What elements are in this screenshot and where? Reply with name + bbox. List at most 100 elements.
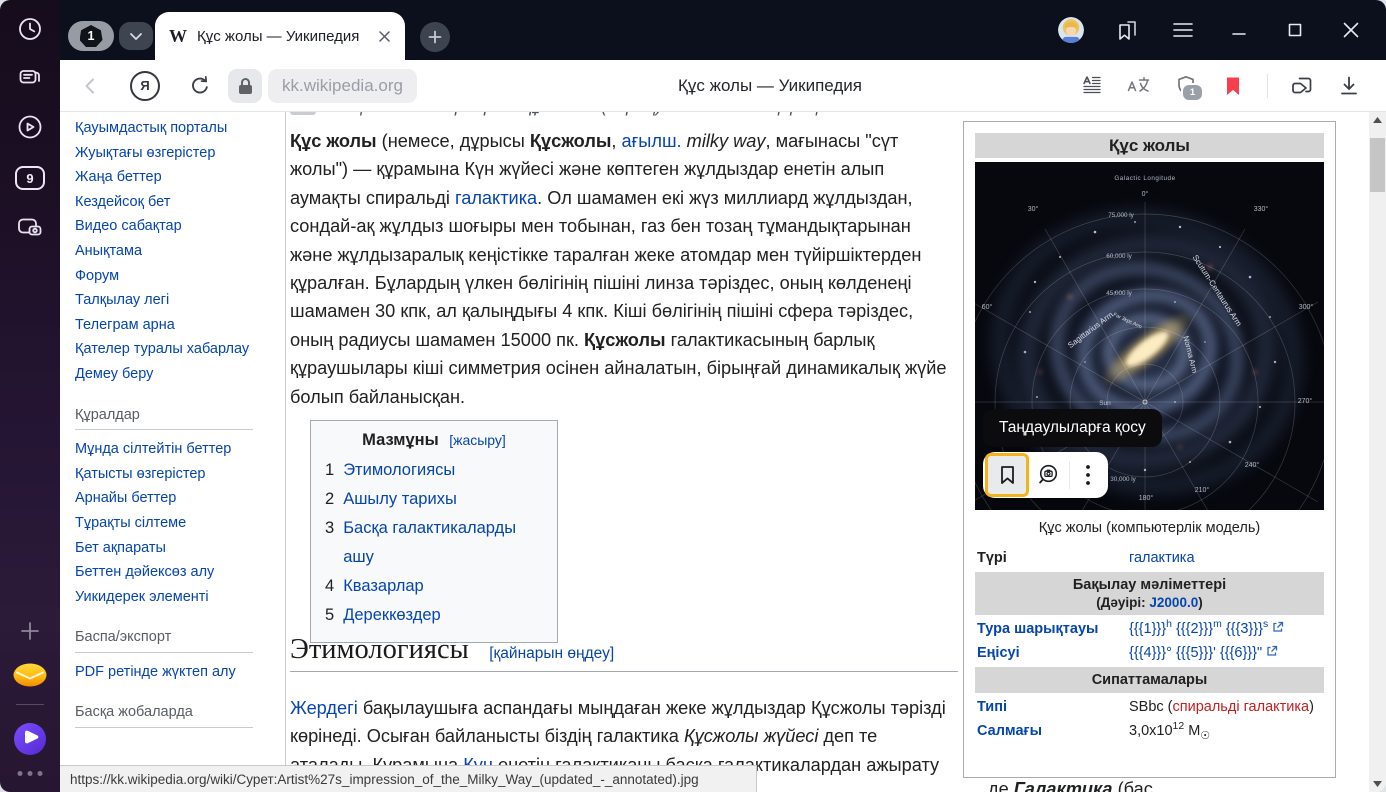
section-edit-link[interactable]: [қайнарын өңдеу] bbox=[489, 645, 614, 662]
tab-counter-badge[interactable]: 9 bbox=[15, 163, 45, 193]
clipped-hatnote: Басқа мағыналары үшін Құс жолы (айрық) д… bbox=[290, 112, 950, 123]
sidebar-tool-link[interactable]: Арнайы беттер bbox=[75, 486, 275, 511]
sidebar-header-tools: Құралдар bbox=[75, 403, 253, 431]
window-maximize-button[interactable] bbox=[1282, 17, 1308, 43]
sidebar-link[interactable]: Форум bbox=[75, 264, 275, 289]
page-scrollbar[interactable] bbox=[1369, 112, 1386, 792]
sidebar-print-links: PDF ретінде жүктеп алу bbox=[75, 660, 275, 685]
toc-link[interactable]: Дереккөздер bbox=[343, 601, 441, 630]
menu-hamburger-icon[interactable] bbox=[1170, 17, 1196, 43]
milky-way-image[interactable]: Galactic Longitude 0° 30° 330° 60° 300° … bbox=[975, 162, 1324, 510]
window-close-button[interactable] bbox=[1338, 17, 1364, 43]
dec-value[interactable]: {{{4}}}° {{{5}}}' {{{6}}}" bbox=[1129, 645, 1322, 661]
translate-icon[interactable] bbox=[1126, 73, 1152, 99]
galaxy-label: 75,000 ly bbox=[1108, 212, 1134, 219]
tab-list-chevron-button[interactable] bbox=[119, 22, 153, 50]
morphology-label-link[interactable]: Типі bbox=[977, 699, 1129, 715]
inline-link[interactable]: спиральді галактика bbox=[1173, 699, 1310, 715]
text-segment: (бас bbox=[1113, 779, 1153, 792]
add-panel-icon[interactable] bbox=[15, 616, 45, 646]
sidebar-header-print: Баспа/экспорт bbox=[75, 625, 253, 653]
protect-shield-icon[interactable]: 1 bbox=[1173, 73, 1199, 99]
toc-item: 3 Басқа галактикаларды ашу bbox=[325, 514, 543, 572]
tab-close-icon[interactable] bbox=[378, 30, 391, 43]
sidebar-tool-link[interactable]: Уикидерек элементі bbox=[75, 585, 275, 610]
sidebar-link[interactable]: Анықтама bbox=[75, 239, 275, 264]
refresh-button[interactable] bbox=[188, 74, 212, 98]
observation-header: Бақылау мәліметтері bbox=[975, 577, 1324, 593]
toc-item: 2 Ашылу тарихы bbox=[325, 485, 543, 514]
image-search-button[interactable] bbox=[1029, 453, 1069, 497]
toc-link[interactable]: Ашылу тарихы bbox=[343, 485, 457, 514]
toc-title: Мазмұны bbox=[362, 431, 439, 449]
new-tab-button[interactable] bbox=[420, 22, 450, 52]
scroll-down-arrow[interactable] bbox=[1369, 776, 1386, 792]
alice-assistant-icon[interactable] bbox=[11, 720, 49, 758]
collections-icon[interactable] bbox=[1289, 73, 1315, 99]
sidebar-link[interactable]: Талқылау легі bbox=[75, 288, 275, 313]
epoch-link[interactable]: J2000.0 bbox=[1149, 595, 1198, 610]
toc-link[interactable]: Квазарлар bbox=[343, 572, 424, 601]
galaxy-label: 270° bbox=[1298, 397, 1313, 405]
mass-label-link[interactable]: Салмағы bbox=[977, 723, 1129, 739]
bookmarks-panel-icon[interactable] bbox=[1114, 17, 1140, 43]
ra-value[interactable]: {{{1}}}h {{{2}}}m {{{3}}}s bbox=[1129, 621, 1322, 637]
sidebar-print-link[interactable]: PDF ретінде жүктеп алу bbox=[75, 660, 275, 685]
galaxy-infobox: Құс жолы bbox=[963, 121, 1336, 778]
active-tab[interactable]: W Құс жолы — Уикипедия bbox=[155, 12, 405, 60]
sidebar-link[interactable]: Видео сабақтар bbox=[75, 214, 275, 239]
text-segment: (немесе, дұрысы bbox=[377, 131, 530, 151]
download-icon[interactable] bbox=[1336, 73, 1362, 99]
inline-link[interactable]: ағылш. bbox=[622, 131, 682, 151]
sidebar-link[interactable]: Жуықтағы өзгерістер bbox=[75, 141, 275, 166]
sidebar-link[interactable]: Кездейсоқ бет bbox=[75, 190, 275, 215]
infobox-table: Түрі галактика Бақылау мәліметтері (Дәуі… bbox=[975, 546, 1324, 743]
rail-more-dots[interactable] bbox=[18, 771, 43, 776]
sidebar-link[interactable]: Қателер туралы хабарлау bbox=[75, 337, 275, 362]
inline-link[interactable]: галактика bbox=[455, 188, 537, 208]
screenshot-icon[interactable] bbox=[15, 212, 45, 242]
type-value-link[interactable]: галактика bbox=[1129, 550, 1322, 566]
infobox-row-morphology: Типі SBbc (спиральді галактика) bbox=[975, 695, 1324, 719]
sidebar-tool-link[interactable]: Бет ақпараты bbox=[75, 536, 275, 561]
bookmark-added-icon[interactable] bbox=[1220, 73, 1246, 99]
site-security-lock-icon[interactable] bbox=[228, 69, 262, 103]
yandex-services-button[interactable]: Я bbox=[130, 71, 160, 101]
toc-link[interactable]: Басқа галактикаларды ашу bbox=[343, 514, 543, 572]
dec-label-link[interactable]: Еңісуі bbox=[977, 645, 1129, 661]
sidebar-link[interactable]: Демеу беру bbox=[75, 362, 275, 387]
add-bookmark-button[interactable] bbox=[985, 453, 1029, 497]
text-segment: , bbox=[611, 131, 621, 151]
characteristics-header: Сипаттамалары bbox=[975, 672, 1324, 688]
image-more-button[interactable] bbox=[1070, 453, 1106, 497]
sidebar-link[interactable]: Жаңа беттер bbox=[75, 165, 275, 190]
toc-hide-link[interactable]: [жасыру] bbox=[449, 432, 506, 448]
tab-count-button[interactable]: 1 bbox=[68, 21, 114, 51]
notes-panel-icon[interactable] bbox=[15, 62, 45, 92]
tab-count-value: 1 bbox=[80, 25, 103, 47]
inline-link[interactable]: Жердегі bbox=[290, 698, 358, 718]
window-minimize-button[interactable] bbox=[1226, 17, 1252, 43]
ra-label-link[interactable]: Тура шарықтауы bbox=[977, 621, 1129, 637]
section-heading-row: Этимологиясы [қайнарын өңдеу] bbox=[290, 634, 958, 672]
sidebar-tool-link[interactable]: Мұнда сілтейтін беттер bbox=[75, 437, 275, 462]
address-bar[interactable]: kk.wikipedia.org bbox=[268, 69, 417, 103]
reader-mode-icon[interactable] bbox=[1079, 73, 1105, 99]
yandex-mail-icon[interactable] bbox=[11, 660, 49, 690]
user-avatar[interactable] bbox=[1058, 17, 1084, 43]
page-title: Құс жолы — Уикипедия bbox=[630, 60, 910, 112]
scrollbar-thumb[interactable] bbox=[1370, 138, 1385, 192]
sidebar-link[interactable]: Телеграм арна bbox=[75, 313, 275, 338]
sidebar-link[interactable]: Қауымдастық порталы bbox=[75, 116, 275, 141]
history-icon[interactable] bbox=[15, 14, 45, 44]
back-button[interactable] bbox=[78, 74, 102, 98]
video-icon[interactable] bbox=[15, 112, 45, 142]
sidebar-tool-link[interactable]: Тұрақты сілтеме bbox=[75, 511, 275, 536]
text-segment: {{{1}}} bbox=[1129, 621, 1166, 637]
sidebar-tool-link[interactable]: Қатысты өзгерістер bbox=[75, 462, 275, 487]
sidebar-tool-link[interactable]: Беттен дәйексөз алу bbox=[75, 560, 275, 585]
toc-link[interactable]: Этимологиясы bbox=[343, 456, 455, 485]
scroll-up-arrow[interactable] bbox=[1369, 112, 1386, 128]
text-segment: Құс жолы bbox=[290, 131, 377, 151]
infobox-row-type: Түрі галактика bbox=[975, 546, 1324, 570]
